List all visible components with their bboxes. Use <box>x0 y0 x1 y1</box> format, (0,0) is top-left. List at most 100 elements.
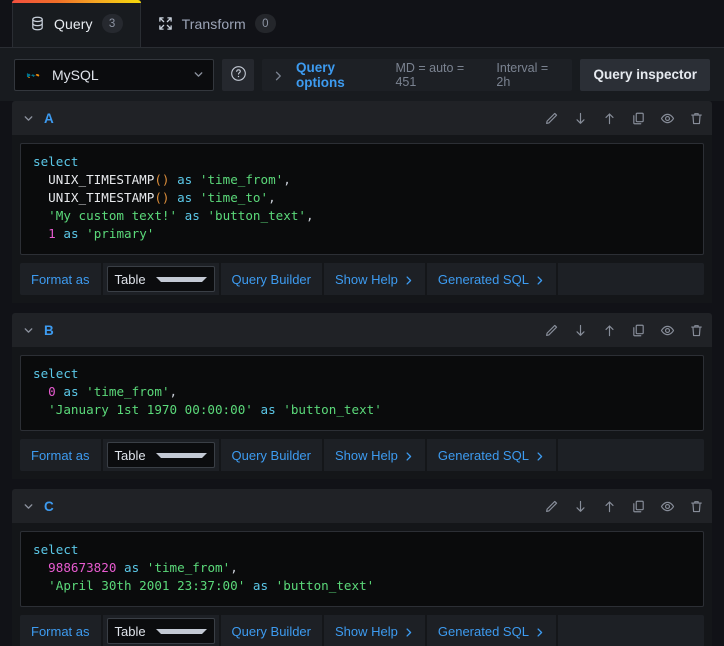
sql-code-editor[interactable]: select UNIX_TIMESTAMP() as 'time_from', … <box>20 143 704 255</box>
collapse-query-icon[interactable] <box>18 108 38 128</box>
remove-query-icon[interactable] <box>688 322 704 338</box>
code-token: select <box>33 366 79 381</box>
datasource-help-button[interactable] <box>222 59 254 91</box>
code-token: , <box>306 208 314 223</box>
query-ref-id[interactable]: A <box>44 111 54 126</box>
query-row-actions <box>543 498 704 514</box>
format-as-cell: Format as <box>20 263 101 295</box>
format-select[interactable]: Table <box>107 266 215 292</box>
code-token <box>79 226 87 241</box>
format-row-filler <box>558 615 704 646</box>
chevron-right-icon <box>403 626 414 637</box>
remove-query-icon[interactable] <box>688 498 704 514</box>
code-line: 0 as 'time_from', <box>33 383 691 401</box>
move-query-down-icon[interactable] <box>572 110 588 126</box>
code-token: , <box>268 190 276 205</box>
code-token <box>33 578 48 593</box>
edit-query-icon[interactable] <box>543 498 559 514</box>
toggle-query-visibility-icon[interactable] <box>659 498 675 514</box>
query-builder-link[interactable]: Query Builder <box>232 448 311 463</box>
duplicate-query-icon[interactable] <box>630 322 646 338</box>
show-help-cell[interactable]: Show Help <box>324 263 425 295</box>
query-inspector-button[interactable]: Query inspector <box>580 59 710 91</box>
toggle-query-visibility-icon[interactable] <box>659 110 675 126</box>
code-token: UNIX_TIMESTAMP <box>48 172 154 187</box>
code-token: 'April 30th 2001 23:37:00' <box>48 578 245 593</box>
query-ref-id[interactable]: C <box>44 499 54 514</box>
format-select[interactable]: Table <box>107 618 215 644</box>
format-row-filler <box>558 439 704 471</box>
interval-value: Interval = 2h <box>496 61 562 89</box>
query-ref-id[interactable]: B <box>44 323 54 338</box>
code-token: , <box>170 384 178 399</box>
code-token: UNIX_TIMESTAMP <box>48 190 154 205</box>
query-format-row: Format as Table Query Builder Show Help <box>20 263 704 295</box>
format-as-label: Format as <box>31 448 90 463</box>
code-token: () <box>154 190 169 205</box>
code-token: 'primary' <box>86 226 154 241</box>
generated-sql-cell[interactable]: Generated SQL <box>427 263 556 295</box>
question-circle-icon <box>230 65 247 85</box>
tab-transform[interactable]: Transform 0 <box>141 0 293 47</box>
code-token <box>33 402 48 417</box>
query-builder-link[interactable]: Query Builder <box>232 624 311 639</box>
query-row-body: select 988673820 as 'time_from', 'April … <box>12 523 712 646</box>
code-token: 'January 1st 1970 00:00:00' <box>48 402 253 417</box>
code-token: select <box>33 154 79 169</box>
move-query-down-icon[interactable] <box>572 498 588 514</box>
query-format-row: Format as Table Query Builder Show Help <box>20 615 704 646</box>
query-options-label[interactable]: Query options <box>296 60 383 90</box>
move-query-up-icon[interactable] <box>601 110 617 126</box>
move-query-up-icon[interactable] <box>601 498 617 514</box>
code-token: 988673820 <box>48 560 116 575</box>
collapse-query-icon[interactable] <box>18 496 38 516</box>
generated-sql-link[interactable]: Generated SQL <box>438 624 545 639</box>
code-token <box>192 172 200 187</box>
remove-query-icon[interactable] <box>688 110 704 126</box>
query-row-body: select UNIX_TIMESTAMP() as 'time_from', … <box>12 135 712 303</box>
caret-down-icon <box>156 453 207 458</box>
code-token <box>170 172 178 187</box>
generated-sql-link[interactable]: Generated SQL <box>438 272 545 287</box>
show-help-cell[interactable]: Show Help <box>324 439 425 471</box>
generated-sql-link[interactable]: Generated SQL <box>438 448 545 463</box>
code-token: as <box>185 208 200 223</box>
show-help-link[interactable]: Show Help <box>335 272 414 287</box>
panel-editor-tabs: Query 3 Transform 0 <box>0 0 724 48</box>
query-options-bar[interactable]: Query options MD = auto = 451 Interval =… <box>262 59 572 91</box>
generated-sql-label: Generated SQL <box>438 272 529 287</box>
query-row-actions <box>543 322 704 338</box>
duplicate-query-icon[interactable] <box>630 498 646 514</box>
code-token: 'time_from' <box>147 560 230 575</box>
toggle-query-visibility-icon[interactable] <box>659 322 675 338</box>
query-builder-cell[interactable]: Query Builder <box>221 263 322 295</box>
code-token: as <box>63 226 78 241</box>
query-builder-link[interactable]: Query Builder <box>232 272 311 287</box>
generated-sql-label: Generated SQL <box>438 624 529 639</box>
move-query-down-icon[interactable] <box>572 322 588 338</box>
duplicate-query-icon[interactable] <box>630 110 646 126</box>
generated-sql-cell[interactable]: Generated SQL <box>427 615 556 646</box>
edit-query-icon[interactable] <box>543 110 559 126</box>
format-select[interactable]: Table <box>107 442 215 468</box>
sql-code-editor[interactable]: select 988673820 as 'time_from', 'April … <box>20 531 704 607</box>
code-token: () <box>154 172 169 187</box>
move-query-up-icon[interactable] <box>601 322 617 338</box>
generated-sql-cell[interactable]: Generated SQL <box>427 439 556 471</box>
query-builder-cell[interactable]: Query Builder <box>221 615 322 646</box>
code-token: select <box>33 542 79 557</box>
tab-query[interactable]: Query 3 <box>12 0 141 47</box>
query-builder-cell[interactable]: Query Builder <box>221 439 322 471</box>
code-line: select <box>33 541 691 559</box>
show-help-link[interactable]: Show Help <box>335 624 414 639</box>
datasource-picker[interactable]: MySQL <box>14 59 214 91</box>
show-help-link[interactable]: Show Help <box>335 448 414 463</box>
show-help-cell[interactable]: Show Help <box>324 615 425 646</box>
code-token <box>192 190 200 205</box>
tab-query-badge: 3 <box>102 14 123 33</box>
show-help-label: Show Help <box>335 448 398 463</box>
sql-code-editor[interactable]: select 0 as 'time_from', 'January 1st 19… <box>20 355 704 431</box>
edit-query-icon[interactable] <box>543 322 559 338</box>
collapse-query-icon[interactable] <box>18 320 38 340</box>
code-line: 1 as 'primary' <box>33 225 691 243</box>
